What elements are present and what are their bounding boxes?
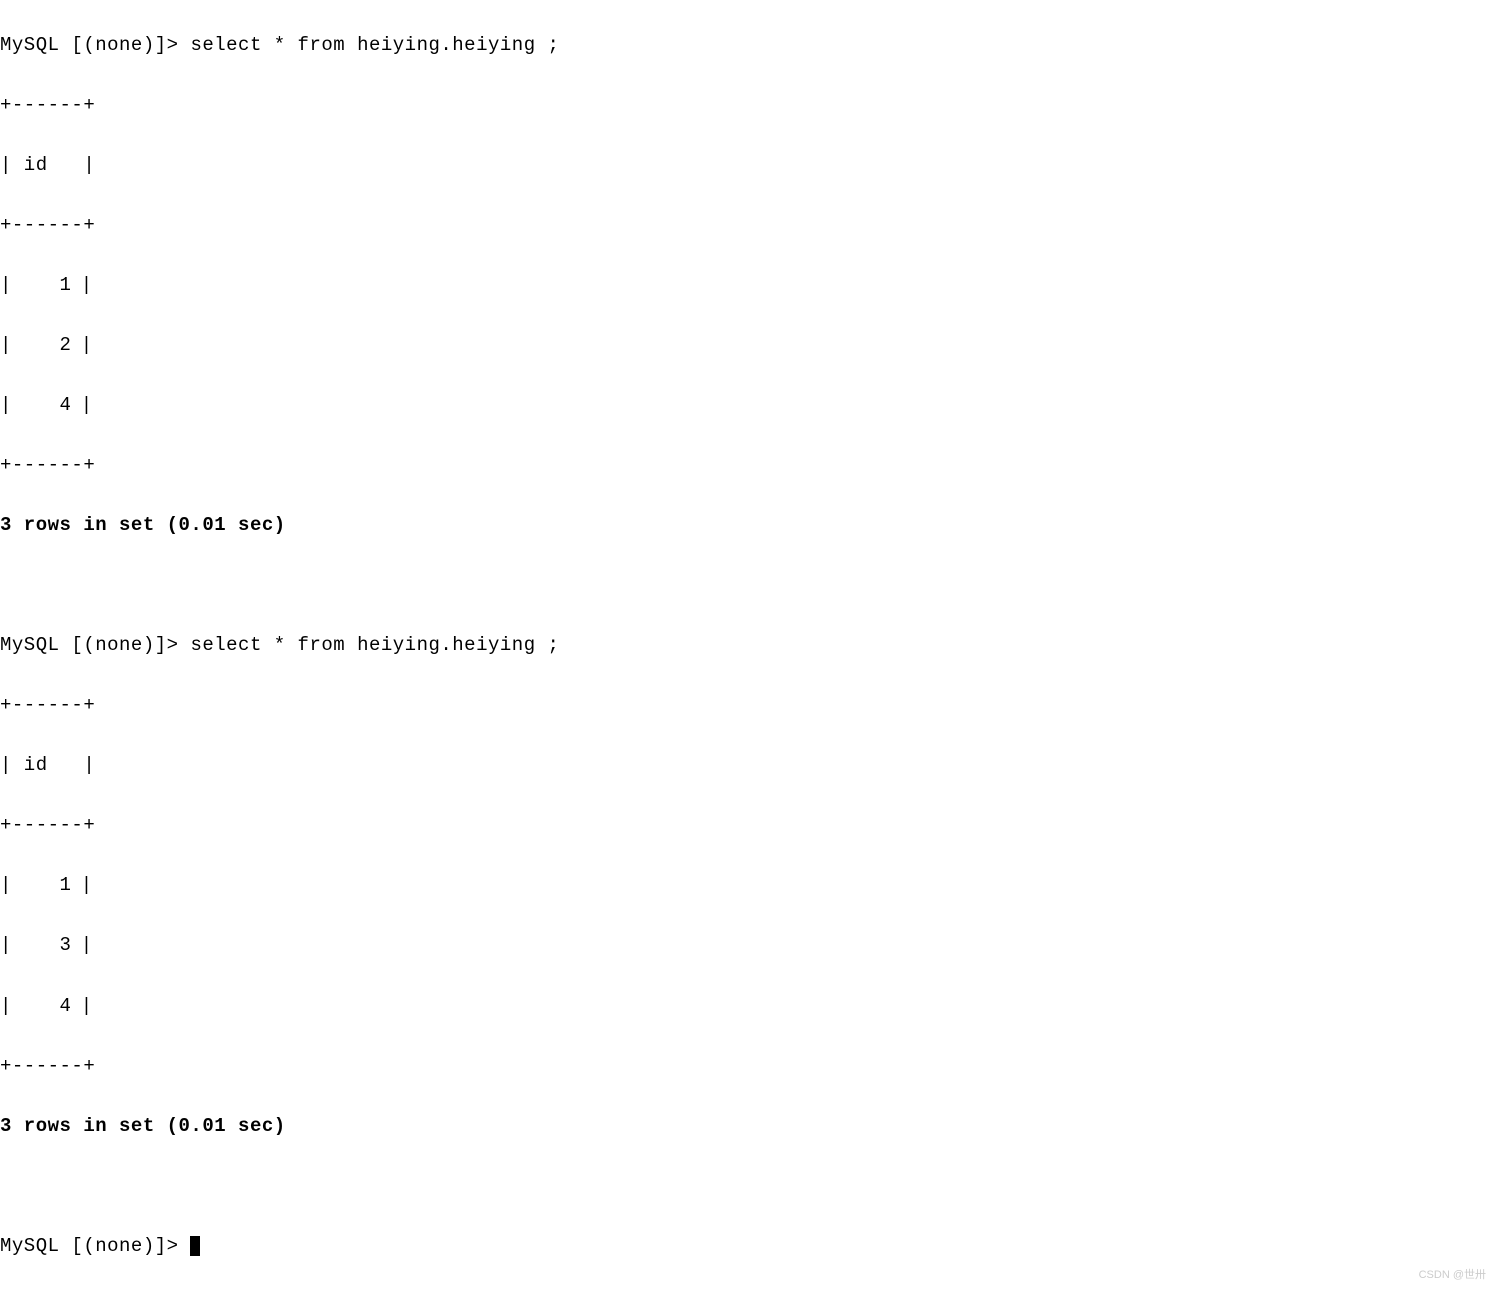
table-row: | 4 |: [0, 991, 1496, 1021]
table-border: +------+: [0, 1051, 1496, 1081]
table-border: +------+: [0, 450, 1496, 480]
table-border: +------+: [0, 690, 1496, 720]
table-border: +------+: [0, 210, 1496, 240]
prompt-line-1: MySQL [(none)]> select * from heiying.he…: [0, 30, 1496, 60]
table-row: | 1 |: [0, 870, 1496, 900]
table-row: | 4 |: [0, 390, 1496, 420]
prompt-line-2: MySQL [(none)]> select * from heiying.he…: [0, 630, 1496, 660]
sql-command: select * from heiying.heiying ;: [190, 634, 559, 656]
query-status: 3 rows in set (0.01 sec): [0, 1111, 1496, 1141]
table-row: | 3 |: [0, 930, 1496, 960]
query-status: 3 rows in set (0.01 sec): [0, 510, 1496, 540]
table-border: +------+: [0, 90, 1496, 120]
terminal-output: MySQL [(none)]> select * from heiying.he…: [0, 0, 1496, 1291]
sql-prompt: MySQL [(none)]>: [0, 634, 190, 656]
table-row: | 1 |: [0, 270, 1496, 300]
table-border: +------+: [0, 810, 1496, 840]
active-prompt-line[interactable]: MySQL [(none)]>: [0, 1231, 1496, 1261]
watermark-label: CSDN @世卅: [1419, 1267, 1486, 1284]
cursor-icon: [190, 1236, 200, 1256]
table-header: | id |: [0, 750, 1496, 780]
sql-command: select * from heiying.heiying ;: [190, 34, 559, 56]
blank-line: [0, 570, 1496, 600]
table-header: | id |: [0, 150, 1496, 180]
sql-prompt: MySQL [(none)]>: [0, 34, 190, 56]
sql-prompt: MySQL [(none)]>: [0, 1235, 190, 1257]
table-row: | 2 |: [0, 330, 1496, 360]
blank-line: [0, 1171, 1496, 1201]
